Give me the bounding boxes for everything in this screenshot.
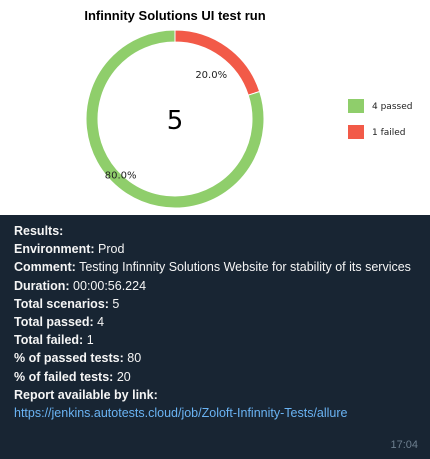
chart-title: Infinnity Solutions UI test run <box>84 8 265 23</box>
comment-value: Testing Infinnity Solutions Website for … <box>79 260 411 275</box>
total-failed-label: Total failed: <box>14 333 84 348</box>
slice-label: 80.0% <box>105 170 137 181</box>
chart-center-value: 5 <box>167 106 184 136</box>
total-scenarios-value: 5 <box>112 296 120 311</box>
legend-label: 4 passed <box>372 102 412 112</box>
report-link[interactable]: https://jenkins.autotests.cloud/job/Zolo… <box>14 406 348 420</box>
donut-chart: Infinnity Solutions UI test run 20.0% 80.… <box>84 8 412 209</box>
duration-label: Duration: <box>14 278 70 293</box>
comment-label: Comment: <box>14 260 76 275</box>
comment-row: Comment: Testing Infinnity Solutions Web… <box>14 258 418 276</box>
duration-row: Duration: 00:00:56.224 <box>14 277 418 295</box>
results-heading: Results: <box>14 224 64 238</box>
chart-legend: 4 passed 1 failed <box>348 99 412 139</box>
total-scenarios-label: Total scenarios: <box>14 296 109 311</box>
environment-label: Environment: <box>14 242 95 257</box>
slice-label: 20.0% <box>195 70 227 81</box>
legend-swatch <box>348 125 364 139</box>
legend-swatch <box>348 99 364 113</box>
passed-pct-value: 80 <box>127 351 142 366</box>
total-failed-value: 1 <box>86 333 94 348</box>
environment-value: Prod <box>98 242 125 257</box>
results-text: Results: Environment: Prod Comment: Test… <box>14 222 418 422</box>
failed-pct-label: % of failed tests: <box>14 369 114 384</box>
total-failed-row: Total failed: 1 <box>14 331 418 349</box>
report-label-row: Report available by link: <box>14 386 418 404</box>
legend-label: 1 failed <box>372 128 406 138</box>
duration-value: 00:00:56.224 <box>73 278 147 293</box>
total-passed-value: 4 <box>97 315 105 330</box>
report-link-row: https://jenkins.autotests.cloud/job/Zolo… <box>14 404 418 422</box>
environment-row: Environment: Prod <box>14 240 418 258</box>
chart-image[interactable]: Infinnity Solutions UI test run 20.0% 80.… <box>0 0 430 215</box>
failed-pct-value: 20 <box>116 369 131 384</box>
passed-pct-row: % of passed tests: 80 <box>14 349 418 367</box>
total-passed-row: Total passed: 4 <box>14 313 418 331</box>
failed-pct-row: % of failed tests: 20 <box>14 368 418 386</box>
total-passed-label: Total passed: <box>14 315 94 330</box>
message-time: 17:04 <box>390 439 418 451</box>
chat-message: Infinnity Solutions UI test run 20.0% 80.… <box>0 0 430 459</box>
report-label: Report available by link: <box>14 387 158 402</box>
total-scenarios-row: Total scenarios: 5 <box>14 295 418 313</box>
slice-1-failed <box>174 29 261 96</box>
passed-pct-label: % of passed tests: <box>14 351 124 366</box>
